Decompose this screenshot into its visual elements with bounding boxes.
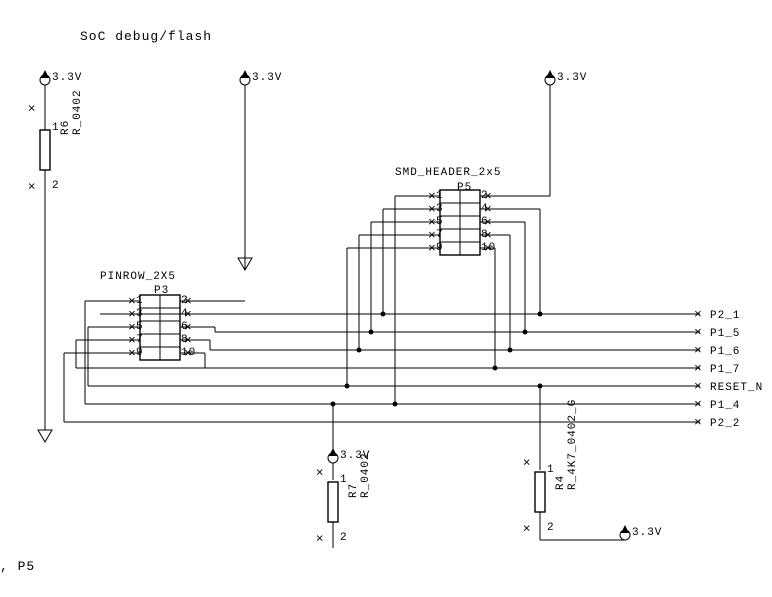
svg-text:3.3V: 3.3V (52, 72, 82, 84)
power-3v3-topright: 3.3V (545, 70, 587, 170)
svg-text:×: × (694, 361, 703, 376)
svg-text:2: 2 (340, 532, 348, 544)
component-p3: PINROW_2X5 P3 ×× ×× ×× ×× ×× 1 2 3 4 5 6… (100, 271, 196, 361)
svg-text:PINROW_2X5: PINROW_2X5 (100, 271, 176, 283)
svg-text:RESET_N: RESET_N (710, 382, 763, 394)
net-port-p1-4: × P1_4 (694, 397, 740, 412)
svg-text:2: 2 (547, 522, 555, 534)
net-port-reset-n: × RESET_N (694, 379, 763, 394)
net-port-p2-2: × P2_2 (694, 415, 740, 430)
power-3v3-topcenter: 3.3V (240, 70, 282, 100)
svg-text:×: × (694, 397, 703, 412)
stray-label: , P5 (0, 559, 35, 574)
svg-text:1: 1 (547, 464, 555, 476)
resistor-r4: × 1 × 2 R4 R_4K7_0402_G (520, 399, 579, 540)
gnd-left (38, 430, 52, 442)
net-port-p1-7: × P1_7 (694, 361, 740, 376)
svg-text:P2_1: P2_1 (710, 310, 740, 322)
svg-text:×: × (694, 379, 703, 394)
svg-text:3.3V: 3.3V (557, 72, 587, 84)
svg-text:R4: R4 (555, 475, 567, 490)
svg-text:×: × (694, 415, 703, 430)
svg-text:P1_5: P1_5 (710, 328, 740, 340)
svg-text:×: × (25, 103, 40, 112)
svg-text:3.3V: 3.3V (632, 527, 662, 539)
schematic-title: SoC debug/flash (80, 29, 212, 44)
svg-text:×: × (694, 325, 703, 340)
power-3v3-bottomright: 3.3V (615, 525, 662, 540)
svg-text:R7: R7 (348, 483, 360, 498)
net-port-p1-6: × P1_6 (694, 343, 740, 358)
svg-text:R_0402: R_0402 (360, 452, 372, 498)
resistor-r7: × 1 × 2 R7 R_0402 (313, 452, 372, 548)
component-p5: SMD_HEADER_2x5 P5 ×× ×× ×× ×× ×× 1 2 3 4… (395, 167, 501, 256)
svg-text:P1_7: P1_7 (710, 364, 740, 376)
net-port-p1-5: × P1_5 (694, 325, 740, 340)
svg-text:×: × (25, 181, 40, 190)
svg-text:R_0402: R_0402 (72, 89, 84, 135)
svg-text:1: 1 (52, 122, 60, 134)
svg-text:×: × (520, 523, 535, 532)
svg-text:R6: R6 (60, 120, 72, 135)
svg-text:×: × (313, 533, 328, 542)
svg-text:2: 2 (52, 180, 60, 192)
svg-text:R_4K7_0402_G: R_4K7_0402_G (567, 399, 579, 490)
svg-text:×: × (520, 457, 535, 466)
svg-text:P2_2: P2_2 (710, 418, 740, 430)
svg-text:×: × (313, 467, 328, 476)
svg-text:P1_4: P1_4 (710, 400, 740, 412)
svg-text:SMD_HEADER_2x5: SMD_HEADER_2x5 (395, 167, 501, 179)
resistor-r6: × 1 × 2 R6 R_0402 (25, 89, 84, 200)
svg-text:×: × (694, 343, 703, 358)
svg-text:3.3V: 3.3V (252, 72, 282, 84)
svg-text:×: × (694, 307, 703, 322)
net-port-p2-1: × P2_1 (694, 307, 740, 322)
svg-text:1: 1 (340, 474, 348, 486)
svg-text:P1_6: P1_6 (710, 346, 740, 358)
